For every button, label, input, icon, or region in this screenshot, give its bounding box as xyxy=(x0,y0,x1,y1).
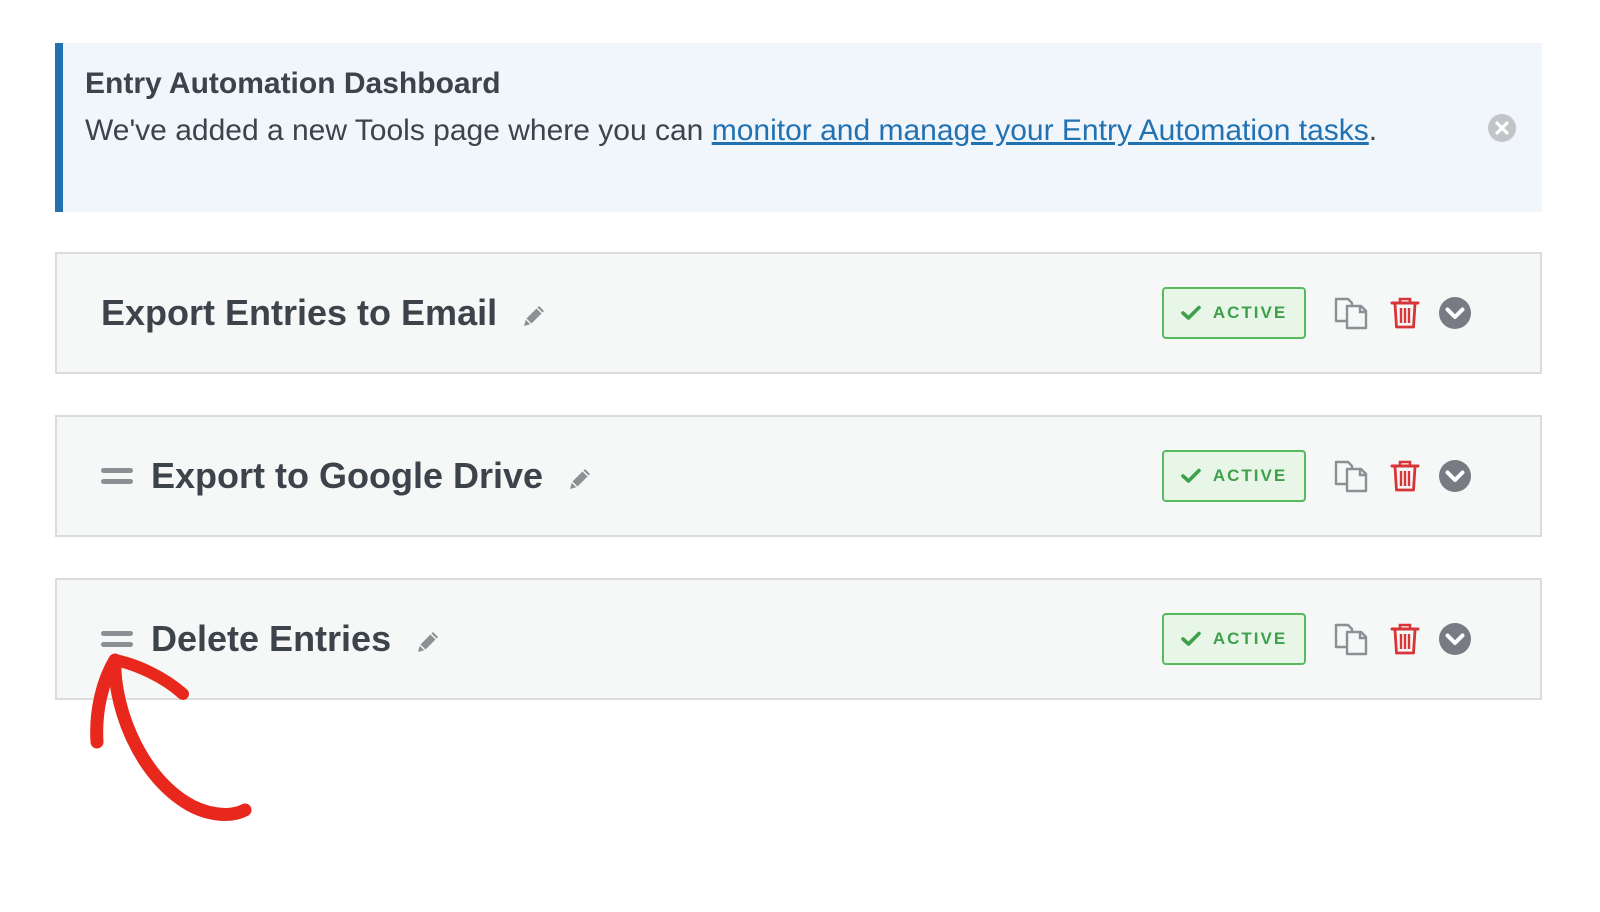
trash-icon[interactable] xyxy=(1387,295,1423,331)
duplicate-icon[interactable] xyxy=(1333,621,1369,657)
notice-link[interactable]: monitor and manage your Entry Automation… xyxy=(712,114,1369,147)
notice-body-suffix: . xyxy=(1368,114,1378,147)
check-icon xyxy=(1181,305,1201,320)
notice-title: Entry Automation Dashboard xyxy=(85,67,501,100)
page: Entry Automation Dashboard We've added a… xyxy=(0,0,1600,912)
status-badge[interactable]: ACTIVE xyxy=(1162,450,1306,502)
task-title-wrap: Export to Google Drive xyxy=(151,455,595,497)
trash-icon[interactable] xyxy=(1387,458,1423,494)
task-title: Delete Entries xyxy=(151,618,392,659)
task-row[interactable]: Export Entries to Email ACTIVE xyxy=(55,252,1542,374)
notice-link-part-2[interactable]: tasks xyxy=(1299,114,1369,147)
task-row[interactable]: Delete Entries ACTIVE xyxy=(55,578,1542,700)
task-title: Export Entries to Email xyxy=(101,292,498,333)
pencil-icon[interactable] xyxy=(519,298,549,328)
pencil-icon[interactable] xyxy=(565,461,595,491)
chevron-down-circle-icon[interactable] xyxy=(1437,458,1473,494)
close-circle-icon[interactable] xyxy=(1487,113,1517,143)
chevron-down-circle-icon[interactable] xyxy=(1437,621,1473,657)
trash-icon[interactable] xyxy=(1387,621,1423,657)
drag-handle-icon[interactable] xyxy=(101,631,133,647)
drag-handle-icon[interactable] xyxy=(101,468,133,484)
task-title-wrap: Delete Entries xyxy=(151,618,443,660)
notice-body: We've added a new Tools page where you c… xyxy=(85,111,1385,151)
chevron-down-circle-icon[interactable] xyxy=(1437,295,1473,331)
status-label: ACTIVE xyxy=(1212,303,1288,322)
duplicate-icon[interactable] xyxy=(1333,295,1369,331)
task-title-wrap: Export Entries to Email xyxy=(101,292,549,334)
status-badge[interactable]: ACTIVE xyxy=(1162,613,1306,665)
notice-link-part-1[interactable]: monitor and manage your Entry Automation xyxy=(712,114,1291,147)
notice-banner: Entry Automation Dashboard We've added a… xyxy=(55,43,1542,212)
task-row[interactable]: Export to Google Drive ACTIVE xyxy=(55,415,1542,537)
status-label: ACTIVE xyxy=(1212,466,1288,485)
status-badge[interactable]: ACTIVE xyxy=(1162,287,1306,339)
status-label: ACTIVE xyxy=(1212,629,1288,648)
pencil-icon[interactable] xyxy=(413,624,443,654)
check-icon xyxy=(1181,468,1201,483)
check-icon xyxy=(1181,631,1201,646)
task-title: Export to Google Drive xyxy=(151,455,544,496)
duplicate-icon[interactable] xyxy=(1333,458,1369,494)
notice-body-text: We've added a new Tools page where you c… xyxy=(85,114,712,147)
